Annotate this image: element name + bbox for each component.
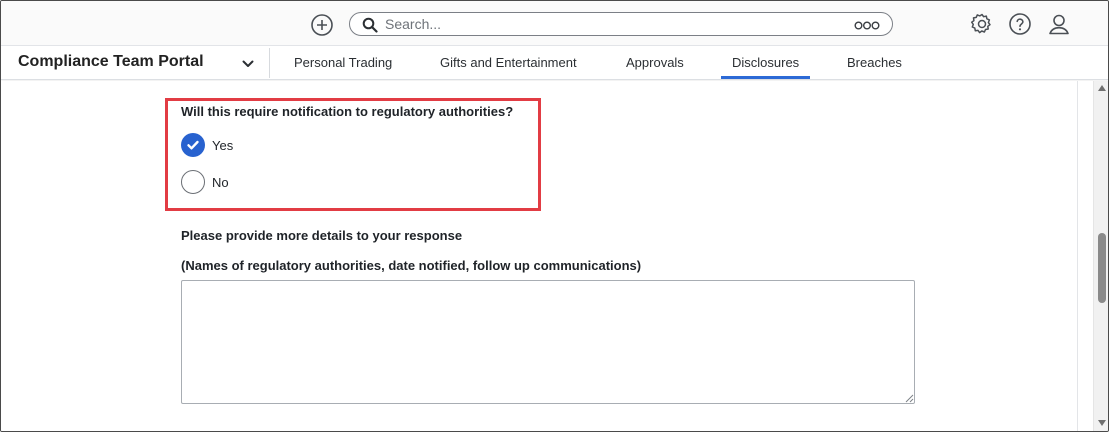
- radio-checked-icon[interactable]: [181, 133, 205, 157]
- active-tab-indicator: [721, 76, 810, 79]
- radio-label-yes: Yes: [212, 137, 234, 153]
- radio-unchecked-icon[interactable]: [181, 170, 205, 194]
- details-textarea[interactable]: [181, 280, 915, 404]
- search-input[interactable]: [385, 15, 855, 33]
- details-hint: (Names of regulatory authorities, date n…: [181, 258, 642, 273]
- top-bar: [1, 1, 1108, 46]
- scrollbar[interactable]: [1093, 81, 1108, 431]
- help-icon[interactable]: [1008, 12, 1032, 36]
- scroll-down-icon[interactable]: [1098, 420, 1106, 426]
- gear-icon[interactable]: [970, 12, 994, 36]
- tab-approvals[interactable]: Approvals: [626, 55, 684, 70]
- user-icon[interactable]: [1047, 12, 1071, 36]
- add-icon[interactable]: [310, 13, 334, 37]
- resize-grip-icon[interactable]: [904, 393, 914, 403]
- tab-disclosures[interactable]: Disclosures: [732, 55, 799, 70]
- nav-bar: Compliance Team Portal Personal Trading …: [1, 46, 1108, 80]
- portal-title[interactable]: Compliance Team Portal: [18, 53, 204, 71]
- details-label: Please provide more details to your resp…: [181, 228, 463, 243]
- radio-option-yes[interactable]: Yes: [181, 133, 233, 157]
- radio-label-no: No: [212, 174, 229, 190]
- app-window: Compliance Team Portal Personal Trading …: [0, 0, 1109, 432]
- scroll-up-icon[interactable]: [1098, 85, 1106, 91]
- tab-breaches[interactable]: Breaches: [847, 55, 902, 70]
- radio-option-no[interactable]: No: [181, 170, 229, 194]
- search-bar: [349, 12, 893, 36]
- tab-gifts-and-entertainment[interactable]: Gifts and Entertainment: [440, 55, 577, 70]
- scroll-thumb[interactable]: [1098, 233, 1106, 303]
- more-icon[interactable]: [854, 21, 880, 30]
- chevron-down-icon[interactable]: [241, 57, 255, 71]
- tab-personal-trading[interactable]: Personal Trading: [294, 55, 392, 70]
- question-label: Will this require notification to regula…: [181, 104, 514, 119]
- search-icon: [362, 17, 378, 33]
- content-edge: [1077, 81, 1078, 431]
- nav-divider: [269, 48, 270, 78]
